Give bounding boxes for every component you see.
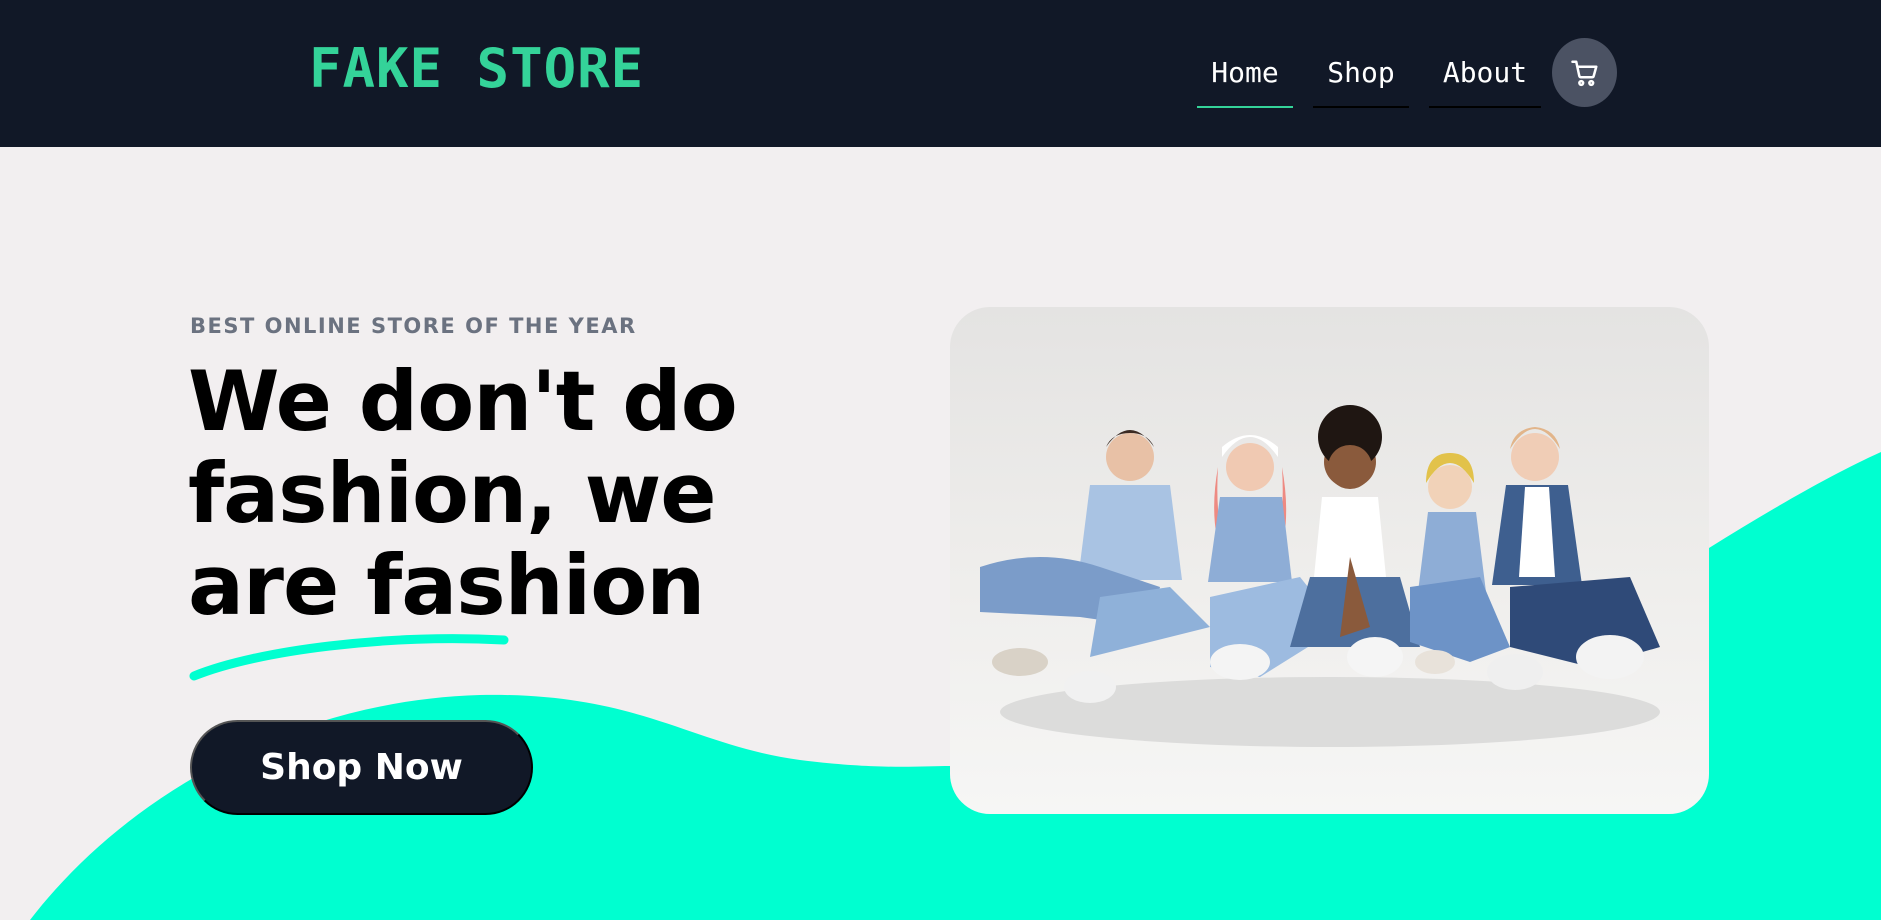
hero-headline: We don't do fashion, we are fashion <box>188 353 738 634</box>
hero-photo <box>950 307 1709 814</box>
shop-now-button[interactable]: Shop Now <box>190 720 533 815</box>
cart-icon <box>1570 60 1597 86</box>
cart-button[interactable] <box>1552 38 1617 107</box>
nav-link-home[interactable]: Home <box>1197 54 1293 108</box>
nav-link-shop[interactable]: Shop <box>1313 54 1409 108</box>
group-photo-icon <box>980 405 1660 747</box>
hero-eyebrow: BEST ONLINE STORE OF THE YEAR <box>190 314 637 338</box>
store-logo[interactable]: FAKE STORE <box>309 42 644 96</box>
navbar: FAKE STORE Home Shop About <box>0 0 1881 147</box>
headline-underline <box>189 634 509 681</box>
nav-link-about[interactable]: About <box>1429 54 1541 108</box>
